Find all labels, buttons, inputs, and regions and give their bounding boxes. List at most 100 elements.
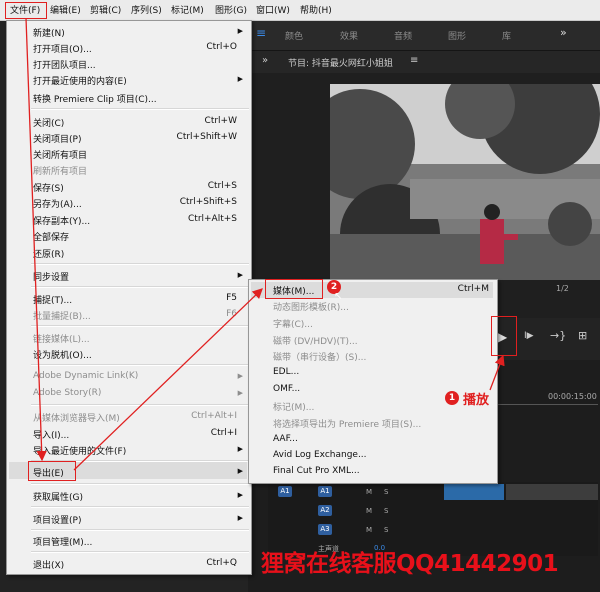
menu-item-sync-settings[interactable]: 同步设置 (33, 270, 69, 283)
export-frame-icon[interactable]: ⊞ (578, 329, 587, 342)
menu-edit[interactable]: 编辑(E) (50, 3, 81, 16)
submenu-arrow-icon: ▶ (237, 75, 243, 83)
menu-bar: 文件(F) 编辑(E) 剪辑(C) 序列(S) 标记(M) 图形(G) 窗口(W… (0, 0, 600, 21)
menu-clip[interactable]: 剪辑(C) (90, 3, 121, 16)
separator (31, 364, 249, 366)
track-a3-target[interactable]: A3 (318, 524, 332, 535)
play-annotation-label: 播放 (463, 393, 490, 408)
track-a1-target[interactable]: A1 (318, 486, 332, 497)
tab-libraries[interactable]: 库 (502, 29, 511, 42)
menu-item-project-settings[interactable]: 项目设置(P) (33, 513, 81, 526)
submenu-arrow-icon: ▶ (237, 271, 243, 279)
menu-item-close-all[interactable]: 关闭所有项目 (33, 148, 87, 161)
go-to-out-icon[interactable]: →} (550, 329, 566, 342)
menu-item-markers: 标记(M)... (273, 403, 315, 413)
menu-item-tape-dv: 磁带 (DV/HDV)(T)... (273, 337, 358, 347)
menu-item-avid[interactable]: Avid Log Exchange... (273, 450, 367, 460)
tab-color[interactable]: 颜色 (285, 29, 303, 42)
menu-item-link-media: 链接媒体(L)... (33, 335, 90, 345)
menu-item-import-browser: 从媒体浏览器导入(M) (33, 414, 120, 424)
file-menu: 新建(N) ▶ 打开项目(O)... Ctrl+O 打开团队项目... 打开最近使用… (6, 20, 252, 575)
monitor-menu-icon[interactable]: ≡ (410, 55, 418, 66)
menu-marker[interactable]: 标记(M) (171, 3, 204, 16)
submenu-arrow-icon: ▶ (237, 389, 243, 397)
shortcut: Ctrl+M (457, 284, 489, 294)
menu-help[interactable]: 帮助(H) (300, 3, 332, 16)
expand-icon[interactable]: » (262, 55, 268, 66)
page-indicator: 1/2 (556, 284, 569, 293)
menu-item-exit[interactable]: 退出(X) (33, 558, 64, 571)
separator (31, 506, 249, 508)
separator (31, 404, 249, 406)
menu-item-project-manager[interactable]: 项目管理(M)... (33, 535, 92, 548)
mute-button[interactable]: M (366, 526, 372, 534)
shortcut: F6 (226, 309, 237, 319)
program-monitor-header: » 节目: 抖音最火网红小姐姐 ≡ (248, 51, 600, 73)
menu-item-fcp-xml[interactable]: Final Cut Pro XML... (273, 466, 360, 476)
workspace-menu-icon[interactable]: ≡ (256, 26, 266, 40)
step-forward-icon[interactable]: I▶ (524, 331, 534, 341)
menu-item-close-project[interactable]: 关闭项目(P) (33, 132, 81, 145)
menu-item-aaf[interactable]: AAF... (273, 434, 298, 444)
tab-audio[interactable]: 音频 (394, 29, 412, 42)
track-a2-target[interactable]: A2 (318, 505, 332, 516)
menu-item-close[interactable]: 关闭(C) (33, 116, 64, 129)
menu-item-new[interactable]: 新建(N) (33, 26, 65, 39)
mouse-cursor-icon: ↖ (334, 291, 343, 302)
shortcut: Ctrl+Alt+S (188, 214, 237, 224)
track-a1-source[interactable]: A1 (278, 486, 292, 497)
menu-item-save-as[interactable]: 另存为(A)... (33, 197, 82, 210)
menu-item-dynamic-link: Adobe Dynamic Link(K) (33, 371, 139, 381)
menu-item-captions: 字幕(C)... (273, 320, 313, 330)
video-frame (330, 84, 600, 280)
audio-clip[interactable] (444, 484, 504, 500)
menu-item-batch-capture: 批量捕捉(B)... (33, 312, 91, 322)
menu-item-save[interactable]: 保存(S) (33, 181, 64, 194)
menu-item-save-copy[interactable]: 保存副本(Y)... (33, 214, 90, 227)
monitor-title[interactable]: 节目: 抖音最火网红小姐姐 (288, 56, 393, 69)
more-panels-icon[interactable]: » (560, 26, 567, 39)
solo-button[interactable]: S (384, 488, 388, 496)
menu-item-make-offline[interactable]: 设为脱机(O)... (33, 348, 92, 361)
solo-button[interactable]: S (384, 526, 388, 534)
menu-item-import-recent[interactable]: 导入最近使用的文件(F) (33, 444, 126, 457)
export-submenu: 媒体(M)... Ctrl+M 动态图形模板(R)... 字幕(C)... 磁带 … (248, 279, 498, 484)
menu-item-import[interactable]: 导入(I)... (33, 428, 69, 441)
menu-item-get-properties[interactable]: 获取属性(G) (33, 490, 83, 503)
tab-graphics[interactable]: 图形 (448, 29, 466, 42)
menu-sequence[interactable]: 序列(S) (131, 3, 162, 16)
menu-item-open-recent[interactable]: 打开最近使用的内容(E) (33, 74, 127, 87)
shortcut: Ctrl+Q (206, 558, 237, 568)
tab-effects[interactable]: 效果 (340, 29, 358, 42)
menu-window[interactable]: 窗口(W) (256, 3, 290, 16)
shortcut: Ctrl+I (210, 428, 237, 438)
separator (31, 483, 249, 485)
play-button-highlight (491, 316, 517, 356)
submenu-arrow-icon: ▶ (237, 27, 243, 35)
solo-button[interactable]: S (384, 507, 388, 515)
menu-item-capture[interactable]: 捕捉(T)... (33, 293, 72, 306)
menu-item-omf[interactable]: OMF... (273, 384, 300, 394)
menu-item-open-project[interactable]: 打开项目(O)... (33, 42, 92, 55)
separator (31, 108, 249, 110)
timeline-timecode: 00:00:15:00 (548, 392, 597, 401)
separator (31, 286, 249, 288)
menu-item-open-team[interactable]: 打开团队项目... (33, 58, 96, 71)
menu-item-revert[interactable]: 还原(R) (33, 247, 64, 260)
file-menu-highlight (5, 2, 47, 19)
menu-graphics[interactable]: 图形(G) (215, 3, 247, 16)
media-item-highlight (265, 279, 323, 299)
menu-item-convert-clip[interactable]: 转换 Premiere Clip 项目(C)... (33, 92, 157, 105)
menu-item-edl[interactable]: EDL... (273, 367, 299, 377)
submenu-arrow-icon: ▶ (237, 372, 243, 380)
submenu-arrow-icon: ▶ (237, 491, 243, 499)
shortcut: Ctrl+Shift+S (179, 197, 237, 207)
mute-button[interactable]: M (366, 507, 372, 515)
shortcut: Ctrl+O (206, 42, 237, 52)
submenu-arrow-icon: ▶ (237, 467, 243, 475)
shortcut: Ctrl+Shift+W (176, 132, 237, 142)
mute-button[interactable]: M (366, 488, 372, 496)
separator (31, 551, 249, 553)
audio-clip-2[interactable] (506, 484, 598, 500)
menu-item-save-all[interactable]: 全部保存 (33, 230, 69, 243)
